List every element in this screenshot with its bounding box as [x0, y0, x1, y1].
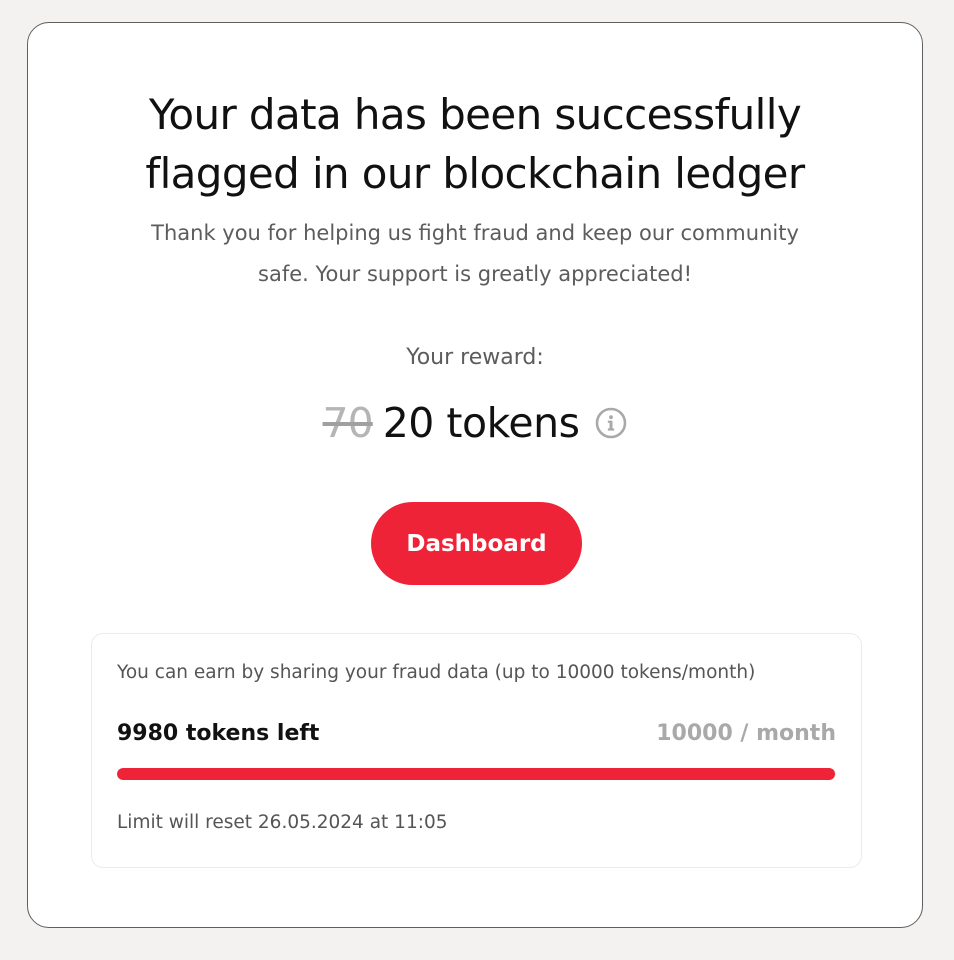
page-title: Your data has been successfully flagged …	[28, 85, 922, 203]
token-progress-fill	[117, 768, 835, 780]
token-progress-bar	[117, 768, 836, 780]
subtitle-line-2: safe. Your support is greatly appreciate…	[258, 262, 692, 286]
limit-description: You can earn by sharing your fraud data …	[117, 662, 756, 683]
thank-you-message: Thank you for helping us fight fraud and…	[88, 213, 862, 295]
confirmation-card: Your data has been successfully flagged …	[27, 22, 923, 928]
title-line-2: flagged in our blockchain ledger	[145, 149, 805, 198]
limit-reset-text: Limit will reset 26.05.2024 at 11:05	[117, 812, 448, 833]
old-reward-value: 70	[322, 399, 374, 447]
dashboard-button[interactable]: Dashboard	[371, 502, 582, 585]
info-icon[interactable]	[595, 407, 627, 439]
tokens-left-label: 9980 tokens left	[117, 721, 320, 746]
reward-amount: 70 20 tokens	[28, 395, 922, 451]
token-limit-panel: You can earn by sharing your fraud data …	[91, 633, 862, 868]
reward-label: Your reward:	[406, 345, 544, 370]
new-reward-value: 20 tokens	[382, 399, 580, 447]
title-line-1: Your data has been successfully	[148, 90, 802, 139]
monthly-limit-label: 10000 / month	[656, 721, 836, 746]
subtitle-line-1: Thank you for helping us fight fraud and…	[151, 221, 799, 245]
